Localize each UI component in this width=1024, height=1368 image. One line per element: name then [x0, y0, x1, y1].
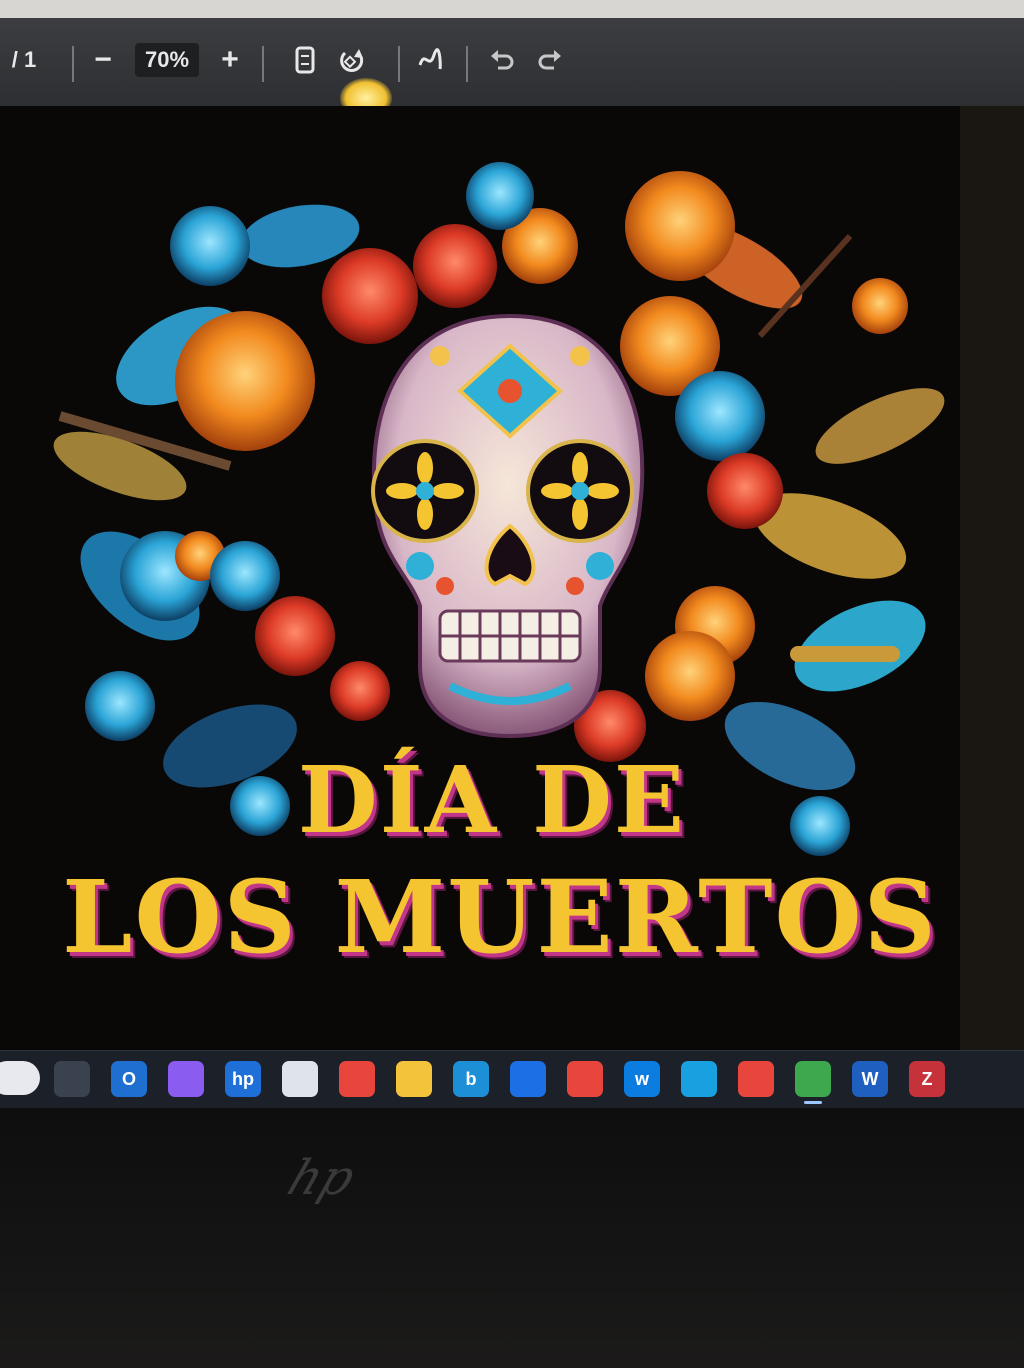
- taskbar-app-chrome-active[interactable]: [795, 1061, 831, 1097]
- zoom-in-button[interactable]: +: [212, 40, 248, 80]
- zoom-value: 70%: [134, 43, 200, 77]
- rotate-button[interactable]: [334, 40, 370, 80]
- taskbar-app-copilot[interactable]: [168, 1061, 204, 1097]
- hp-icon: hp: [232, 1068, 254, 1089]
- poster-title-line1: DÍA DE: [297, 746, 687, 854]
- bing-icon: b: [465, 1068, 477, 1089]
- taskbar-app-hp[interactable]: hp: [225, 1061, 261, 1097]
- undo-icon: [491, 50, 514, 70]
- windows-taskbar: Ohp b w W Z: [0, 1050, 1024, 1109]
- fit-page-button[interactable]: [288, 40, 322, 80]
- monitor-bezel-top: [0, 0, 1024, 18]
- rotate-icon: [340, 49, 364, 72]
- webex-icon: w: [634, 1068, 649, 1089]
- poster-title-line2: LOS MUERTOS: [62, 858, 938, 976]
- toolbar-divider: [466, 46, 468, 82]
- redo-button[interactable]: [532, 40, 568, 80]
- taskbar-app-edge[interactable]: [681, 1061, 717, 1097]
- undo-button[interactable]: [484, 40, 520, 80]
- taskbar-app-word[interactable]: W: [852, 1061, 888, 1097]
- word-icon: W: [861, 1068, 879, 1089]
- taskbar-app-bing[interactable]: b: [453, 1061, 489, 1097]
- taskbar-app-chrome-profile-2[interactable]: [738, 1061, 774, 1097]
- draw-icon: [418, 48, 442, 70]
- fit-page-icon: [295, 46, 315, 74]
- taskbar-app-webex[interactable]: w: [624, 1061, 660, 1097]
- taskbar-app-file-explorer[interactable]: [396, 1061, 432, 1097]
- taskbar-search[interactable]: [0, 1061, 40, 1095]
- laptop-body: [0, 1108, 1024, 1368]
- taskbar-app-zoom-app[interactable]: Z: [909, 1061, 945, 1097]
- zoom-level[interactable]: 70%: [132, 40, 202, 80]
- toolbar-divider: [262, 46, 264, 82]
- toolbar-divider: [398, 46, 400, 82]
- active-app-indicator: [804, 1101, 822, 1104]
- pdf-toolbar: / 1 − 70% +: [0, 18, 1024, 106]
- taskbar-app-chrome-profile[interactable]: [567, 1061, 603, 1097]
- taskbar-app-microsoft-store[interactable]: [282, 1061, 318, 1097]
- taskbar-app-chrome[interactable]: [339, 1061, 375, 1097]
- zoom-out-button[interactable]: −: [86, 40, 120, 80]
- page-indicator: / 1: [11, 47, 37, 72]
- document-canvas[interactable]: DÍA DE LOS MUERTOS: [0, 106, 1024, 1050]
- redo-icon: [538, 50, 561, 70]
- taskbar-app-task-view[interactable]: [54, 1061, 90, 1097]
- taskbar-app-dropbox[interactable]: [510, 1061, 546, 1097]
- draw-button[interactable]: [412, 40, 448, 80]
- toolbar-divider: [72, 46, 74, 82]
- zoom-app-icon: Z: [921, 1068, 933, 1089]
- outlook-icon: O: [121, 1068, 136, 1089]
- taskbar-app-outlook[interactable]: O: [111, 1061, 147, 1097]
